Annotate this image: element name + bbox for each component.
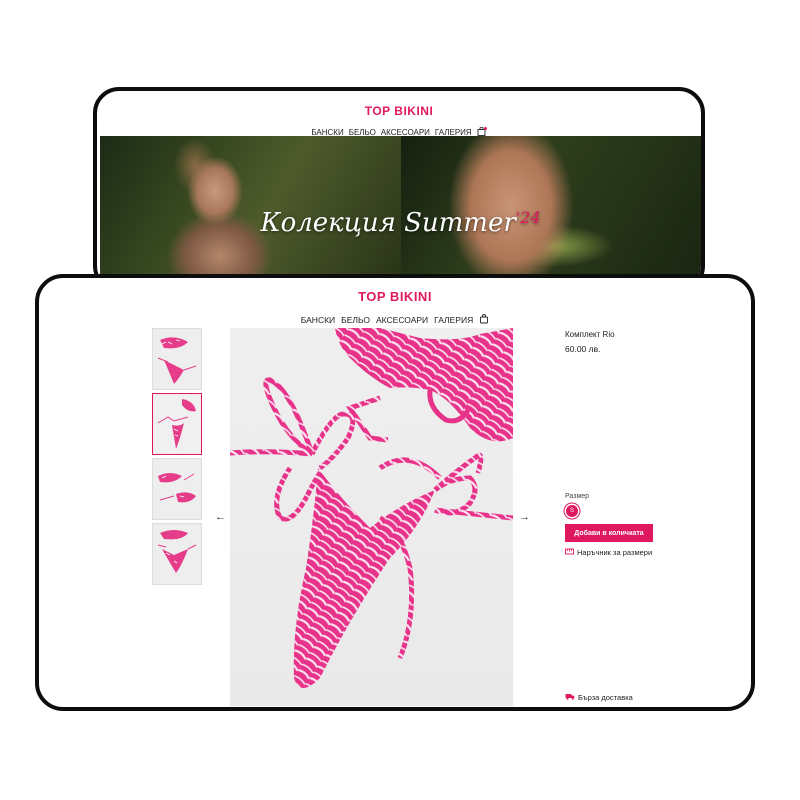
main-nav: БАНСКИ БЕЛЬО АКСЕСОАРИ ГАЛЕРИЯ [39,314,751,326]
product-name: Комплект Rio [565,330,615,339]
hero-photo-right [400,136,701,276]
site-header: TOP BIKINI БАНСКИ БЕЛЬО АКСЕСОАРИ ГАЛЕРИ… [39,289,751,326]
size-option-s[interactable]: S [566,505,578,517]
nav-item-lingerie[interactable]: БЕЛЬО [341,315,370,325]
shopping-bag-icon[interactable] [479,314,489,326]
back-browser-window: TOP BIKINI БАНСКИ БЕЛЬО АКСЕСОАРИ ГАЛЕРИ… [93,87,705,292]
truck-icon [565,693,575,702]
product-main-image[interactable] [230,328,513,706]
brand-logo[interactable]: TOP BIKINI [97,104,701,118]
size-label: Размер [565,493,590,500]
arrow-left-icon[interactable]: ← [215,511,226,523]
fast-delivery-info: Бърза доставка [565,693,633,702]
size-guide-link[interactable]: Наръчник за размери [565,548,652,557]
product-thumbnail[interactable] [152,328,202,390]
hero-title-year: '24 [515,208,541,227]
hero-photo-left [100,136,401,276]
hero-title: Колекция Summer'24 [260,208,541,238]
product-price: 60.00 лв. [565,344,601,354]
add-to-cart-button[interactable]: Добави в количката [565,524,653,542]
nav-item-gallery[interactable]: ГАЛЕРИЯ [434,315,473,325]
ruler-icon [565,548,574,557]
hero-banner[interactable]: Колекция Summer'24 [100,136,701,276]
arrow-right-icon[interactable]: → [519,511,530,523]
size-guide-label: Наръчник за размери [577,548,653,557]
nav-item-accessories[interactable]: АКСЕСОАРИ [376,315,428,325]
fast-delivery-label: Бърза доставка [578,693,633,702]
product-thumbnail-active[interactable] [152,393,202,455]
front-browser-window: TOP BIKINI БАНСКИ БЕЛЬО АКСЕСОАРИ ГАЛЕРИ… [35,274,755,711]
site-header: TOP BIKINI БАНСКИ БЕЛЬО АКСЕСОАРИ ГАЛЕРИ… [97,104,701,138]
product-thumbnail[interactable] [152,458,202,520]
nav-item-swimwear[interactable]: БАНСКИ [301,315,335,325]
brand-logo[interactable]: TOP BIKINI [39,289,751,304]
product-thumbnail[interactable] [152,523,202,585]
